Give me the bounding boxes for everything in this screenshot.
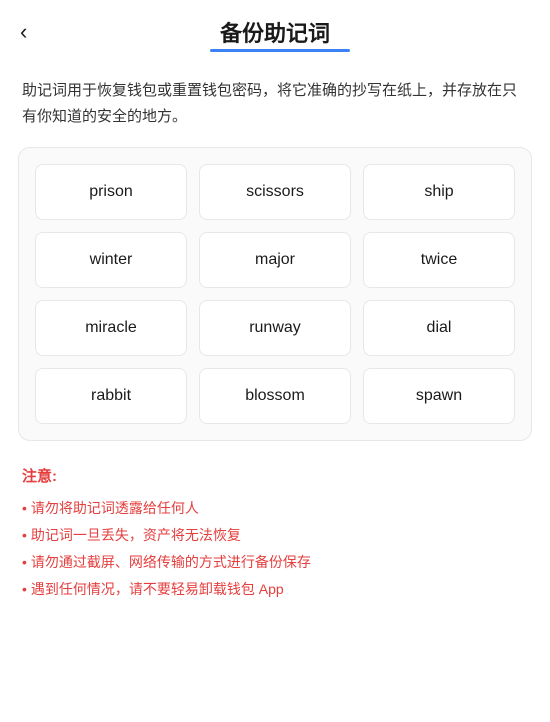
- notice-item-text: 请勿通过截屏、网络传输的方式进行备份保存: [31, 550, 311, 575]
- mnemonic-word-12: spawn: [363, 368, 515, 424]
- mnemonic-word-5: major: [199, 232, 351, 288]
- notice-title: 注意:: [22, 465, 528, 486]
- notice-item-text: 助记词一旦丢失，资产将无法恢复: [31, 523, 241, 548]
- notice-bullet: •: [22, 577, 27, 602]
- mnemonic-word-4: winter: [35, 232, 187, 288]
- notice-item-4: •遇到任何情况，请不要轻易卸载钱包 App: [22, 577, 528, 602]
- mnemonic-word-7: miracle: [35, 300, 187, 356]
- mnemonic-word-9: dial: [363, 300, 515, 356]
- notice-bullet: •: [22, 550, 27, 575]
- back-button[interactable]: ‹: [20, 21, 27, 43]
- mnemonic-word-1: prison: [35, 164, 187, 220]
- mnemonic-grid-container: prisonscissorsship wintermajortwice miracl…: [18, 147, 532, 441]
- page-title: 备份助记词: [220, 16, 330, 48]
- mnemonic-word-3: ship: [363, 164, 515, 220]
- mnemonic-word-2: scissors: [199, 164, 351, 220]
- notice-bullet: •: [22, 496, 27, 521]
- notice-item-text: 请勿将助记词透露给任何人: [31, 496, 199, 521]
- notice-item-2: •助记词一旦丢失，资产将无法恢复: [22, 523, 528, 548]
- mnemonic-word-10: rabbit: [35, 368, 187, 424]
- description-text: 助记词用于恢复钱包或重置钱包密码，将它准确的抄写在纸上，并存放在只有你知道的安全…: [0, 58, 550, 147]
- mnemonic-word-6: twice: [363, 232, 515, 288]
- mnemonic-word-8: runway: [199, 300, 351, 356]
- header: ‹ 备份助记词: [0, 0, 550, 58]
- mnemonic-grid: prisonscissorsship wintermajortwice miracl…: [35, 164, 515, 424]
- notice-item-3: •请勿通过截屏、网络传输的方式进行备份保存: [22, 550, 528, 575]
- notice-section: 注意: •请勿将助记词透露给任何人•助记词一旦丢失，资产将无法恢复•请勿通过截屏…: [0, 441, 550, 625]
- notice-item-text: 遇到任何情况，请不要轻易卸载钱包 App: [31, 577, 284, 602]
- page-container: ‹ 备份助记词 助记词用于恢复钱包或重置钱包密码，将它准确的抄写在纸上，并存放在…: [0, 0, 550, 722]
- mnemonic-word-11: blossom: [199, 368, 351, 424]
- notice-item-1: •请勿将助记词透露给任何人: [22, 496, 528, 521]
- notice-bullet: •: [22, 523, 27, 548]
